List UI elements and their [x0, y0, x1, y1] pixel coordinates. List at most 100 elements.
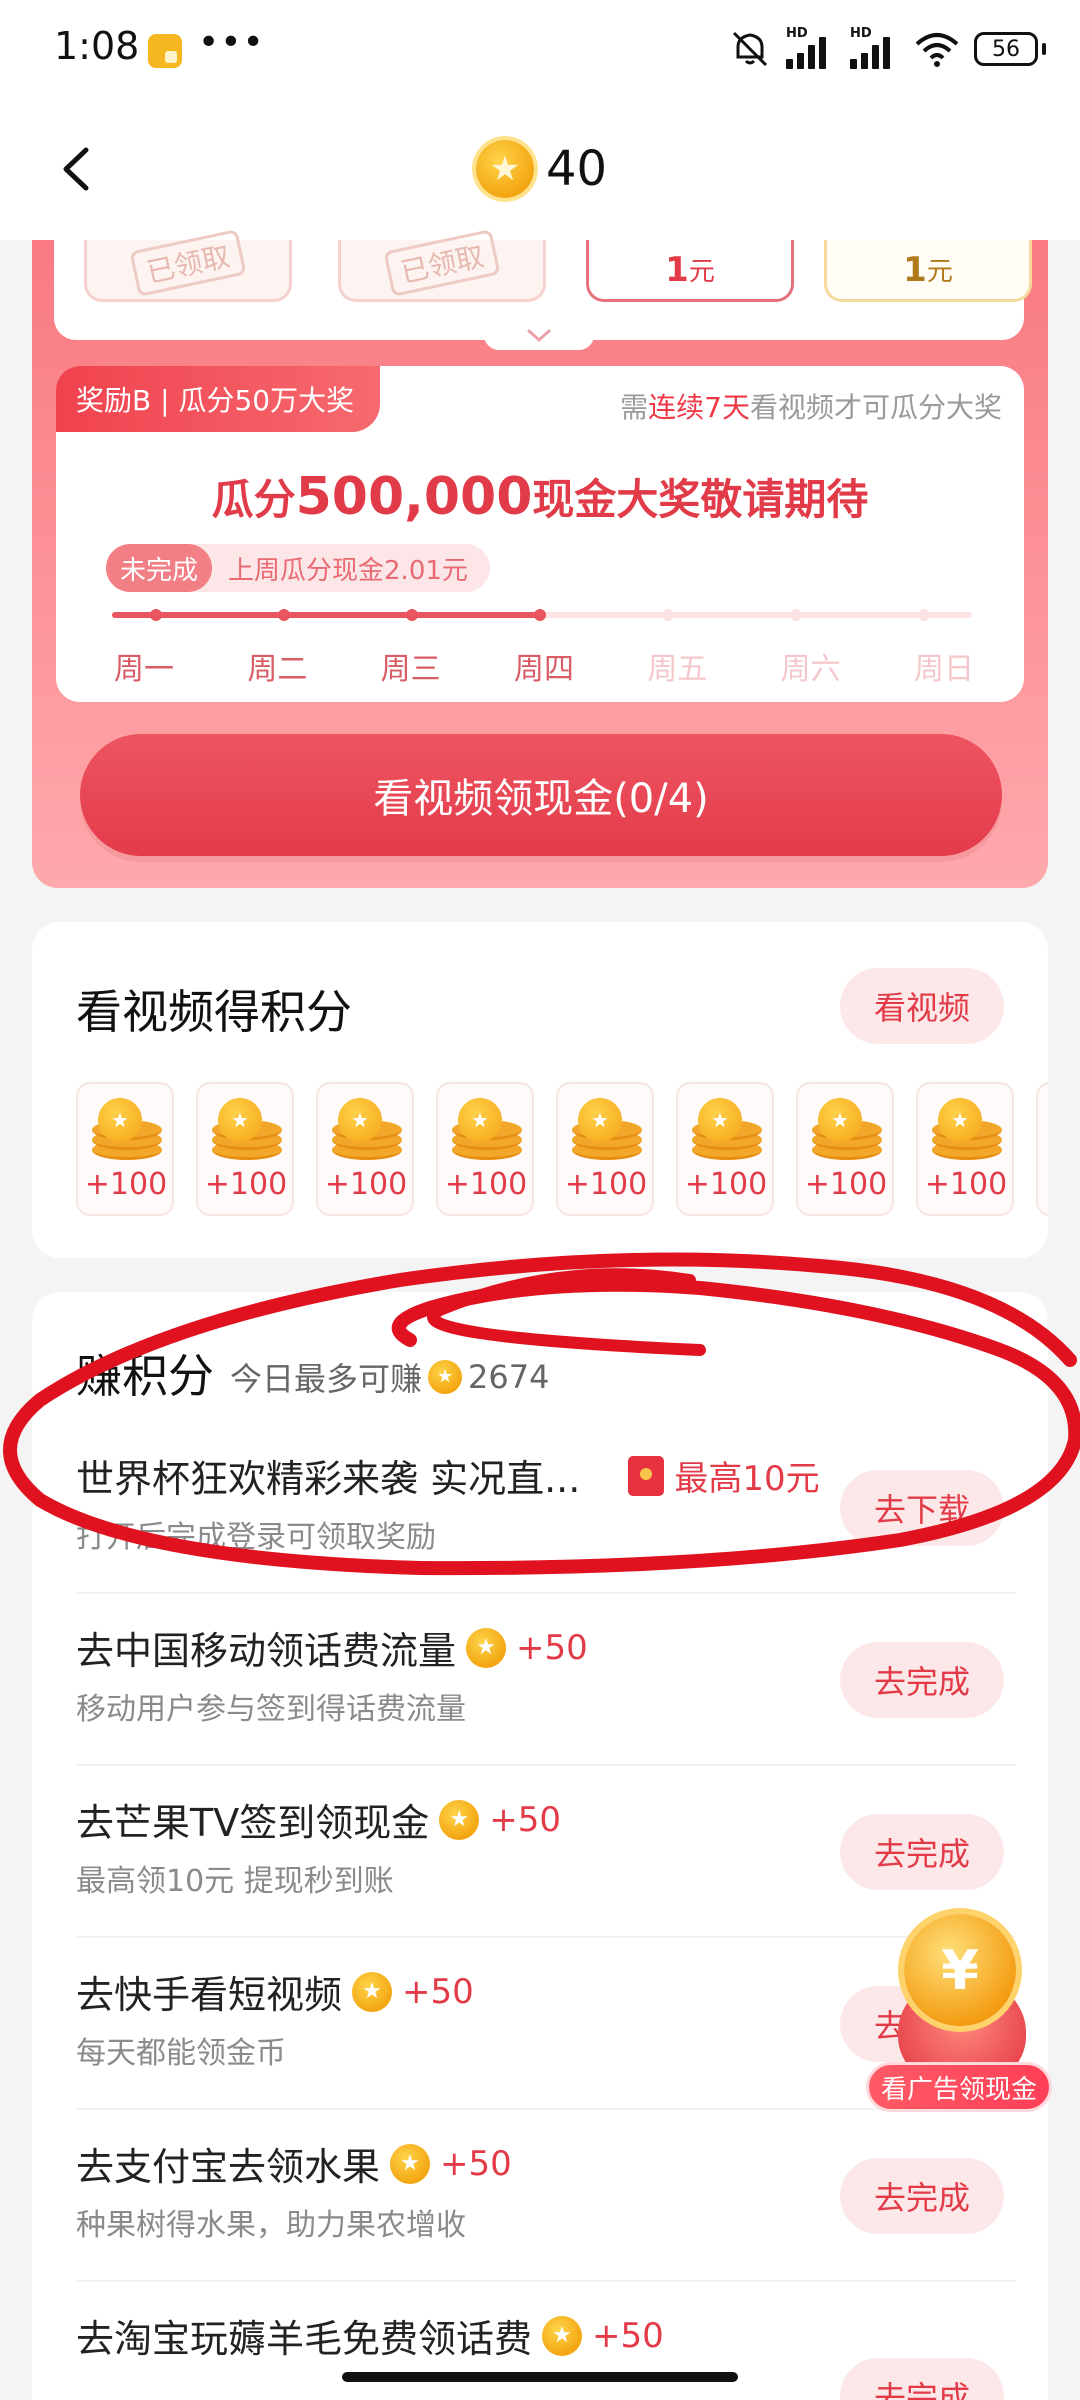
coin-reward-value: +100: [564, 1167, 648, 1202]
coin-reward-value: +100: [204, 1167, 288, 1202]
weekday-label: 周一: [114, 652, 174, 687]
complete-button[interactable]: 去完成: [839, 2358, 1004, 2400]
coin-reward-tile: ★ +100: [76, 1082, 174, 1216]
progress-dot: [534, 609, 546, 621]
watch-video-button[interactable]: 看视频: [839, 968, 1004, 1044]
coin-stack-icon: ★: [92, 1098, 162, 1160]
progress-dot: [150, 609, 162, 621]
status-icons: HD HD 56: [728, 26, 1046, 70]
coin-stack-icon: ★: [212, 1098, 282, 1160]
more-notifications-icon: •••: [198, 22, 265, 63]
task-points: +50: [516, 1627, 588, 1668]
incomplete-badge: 未完成: [106, 544, 213, 592]
task-item[interactable]: 去中国移动领话费流量 ★ +50 移动用户参与签到得话费流量 去完成: [76, 1594, 1016, 1766]
status-bar: 1:08 ••• HD HD 56: [0, 0, 1080, 100]
watch-video-cash-button[interactable]: 看视频领现金(0/4): [80, 734, 1002, 856]
task-desc: 打开后完成登录可领取奖励: [76, 1520, 436, 1555]
signal-2-icon: HD: [850, 26, 900, 69]
weekday-label: 周六: [780, 652, 841, 687]
weekday-label: 周日: [913, 652, 974, 687]
task-points: +50: [440, 2143, 512, 2184]
coin-reward-value: +100: [804, 1167, 888, 1202]
download-button[interactable]: 去下载: [839, 1470, 1004, 1546]
mute-icon: [732, 31, 768, 67]
weekday-label: 周五: [647, 652, 708, 687]
week-progress-fill: [112, 612, 542, 618]
coin-stack-icon: ★: [452, 1098, 522, 1160]
task-desc: 移动用户参与签到得话费流量: [76, 1692, 466, 1727]
floating-ad-label: 看广告领现金: [866, 2062, 1053, 2112]
prize-card-cash[interactable]: 1元: [824, 240, 1032, 302]
coin-reward-tile: ★ +100: [676, 1082, 774, 1216]
coin-reward-value: +100: [324, 1167, 408, 1202]
yuan-coin-icon: ¥: [904, 1914, 1016, 2026]
coin-reward-tile: ★ +100: [196, 1082, 294, 1216]
weekday-label: 周二: [247, 652, 308, 687]
complete-button[interactable]: 去完成: [839, 1814, 1004, 1890]
complete-button[interactable]: 去完成: [839, 1642, 1004, 1718]
complete-button[interactable]: 去完成: [839, 2158, 1004, 2234]
coin-reward-value: +100: [84, 1167, 168, 1202]
floating-ad[interactable]: ¥ 看广告领现金: [862, 1906, 1058, 2116]
coin-reward-tile-partial: [1036, 1082, 1048, 1216]
task-name: 去芒果TV签到领现金: [76, 1801, 430, 1845]
progress-dot: [406, 609, 418, 621]
reward-b-tag: 奖励B | 瓜分50万大奖: [56, 366, 381, 432]
back-arrow-icon[interactable]: [58, 146, 94, 192]
coin-reward-tile: ★ +100: [316, 1082, 414, 1216]
coin-icon: ★: [428, 1360, 463, 1394]
coin-reward-tile: ★ +100: [796, 1082, 894, 1216]
task-desc: 最高领10元 提现秒到账: [76, 1864, 394, 1899]
progress-dot: [918, 609, 930, 621]
home-indicator[interactable]: [342, 2372, 738, 2382]
coin-stack-icon: ★: [692, 1098, 762, 1160]
task-name: 去支付宝去领水果: [76, 2145, 381, 2189]
chevron-down-icon: [527, 329, 551, 343]
task-name: 去快手看短视频: [76, 1973, 343, 2017]
coin-reward-value: +100: [924, 1167, 1008, 1202]
progress-dot: [790, 609, 802, 621]
coin-icon: ★: [439, 1799, 480, 1840]
coin-stack-icon: ★: [812, 1098, 882, 1160]
coin-reward-value: +100: [684, 1167, 768, 1202]
coin-stack-icon: ★: [932, 1098, 1002, 1160]
coin-reward-tile: ★ +100: [916, 1082, 1014, 1216]
reward-b-title: 瓜分500,000现金大奖敬请期待: [211, 467, 869, 527]
prize-card-claimed: 已领取: [84, 228, 292, 302]
week-progress-bar: [112, 609, 972, 621]
earn-points-card: 赚积分 今日最多可赚 ★ 2674 世界杯狂欢精彩来袭 实况直... 最高10元 …: [32, 1292, 1048, 2400]
status-time: 1:08: [54, 24, 140, 68]
battery-icon: 56: [974, 32, 1038, 66]
completion-status: 未完成 上周瓜分现金2.01元: [106, 544, 490, 592]
coin-icon: ★: [466, 1627, 507, 1668]
wifi-icon: [915, 33, 959, 67]
coin-icon: ★: [476, 140, 534, 198]
coin-reward-tile: ★ +100: [436, 1082, 534, 1216]
task-name: 世界杯狂欢精彩来袭 实况直...: [76, 1457, 581, 1501]
earn-max-today: 今日最多可赚 ★ 2674: [230, 1358, 550, 1398]
task-item[interactable]: 去支付宝去领水果 ★ +50 种果树得水果，助力果农增收 去完成: [76, 2110, 1016, 2282]
battery-cap: [1042, 43, 1046, 55]
coin-reward-value: +100: [444, 1167, 528, 1202]
points-balance: ★ 40: [476, 140, 607, 198]
task-points: +50: [489, 1799, 561, 1840]
reward-b-card: 奖励B | 瓜分50万大奖 需连续7天看视频才可瓜分大奖 瓜分500,000现金…: [56, 366, 1024, 702]
task-item[interactable]: 去淘宝玩薅羊毛免费领话费 ★ +50 去完成: [76, 2282, 1016, 2400]
weekday-labels: 周一 周二 周三 周四 周五 周六 周日: [80, 644, 1008, 688]
prize-card-claimed: 已领取: [338, 228, 546, 302]
prize-card-cash[interactable]: 1元: [586, 240, 794, 302]
coin-stack-icon: ★: [572, 1098, 642, 1160]
task-item[interactable]: 世界杯狂欢精彩来袭 实况直... 最高10元 打开后完成登录可领取奖励 去下载: [76, 1422, 1016, 1594]
coin-reward-tile: ★ +100: [556, 1082, 654, 1216]
coin-icon: ★: [390, 2143, 431, 2184]
coin-stack-icon: ★: [332, 1098, 402, 1160]
last-week-text: 上周瓜分现金2.01元: [228, 555, 468, 586]
task-reward: 最高10元: [674, 1459, 820, 1499]
expand-toggle[interactable]: [484, 320, 594, 350]
reward-panel: 已领取 已领取 1元 1元 奖励B | 瓜分50万大奖 需连续7天看视频才可瓜分…: [32, 228, 1048, 888]
reward-b-note: 需连续7天看视频才可瓜分大奖: [620, 391, 1002, 424]
video-points-card: 看视频得积分 看视频 ★ +100 ★ +100 ★ +100 ★ +100 ★ +100 ★ +10…: [32, 922, 1048, 1258]
progress-dot: [278, 609, 290, 621]
progress-dot: [662, 609, 674, 621]
signal-1-icon: HD: [786, 26, 836, 69]
